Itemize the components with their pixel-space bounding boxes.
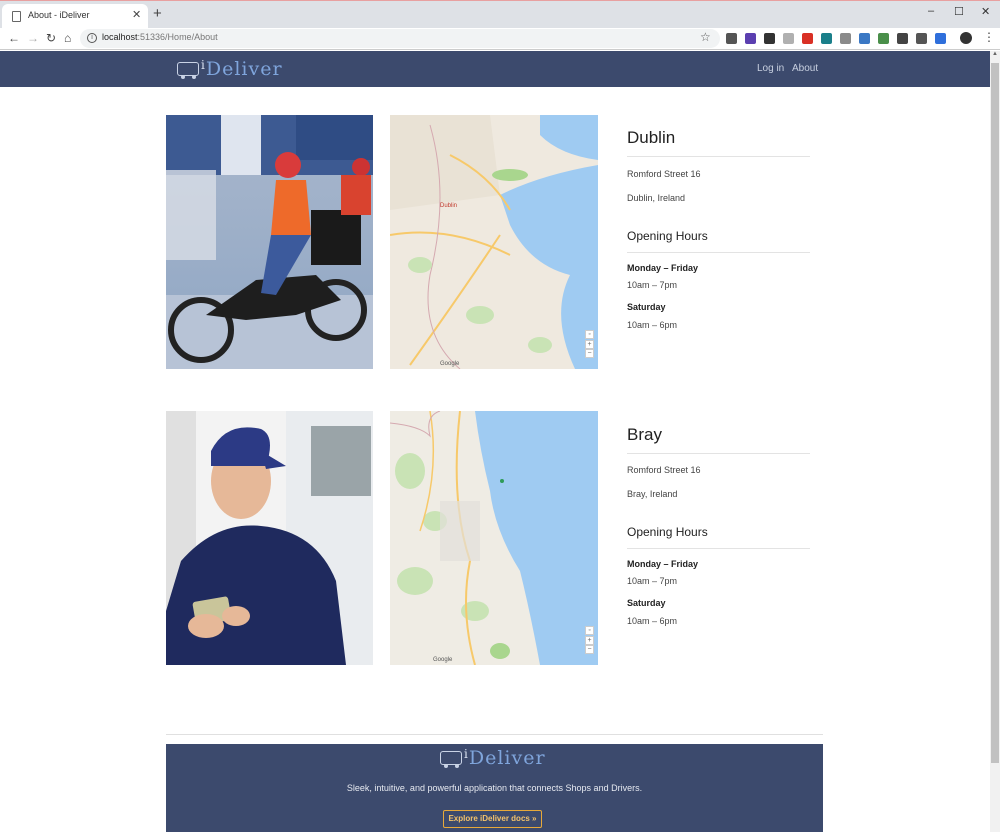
dark-square-icon[interactable] [764,33,775,44]
map-attribution: Google [433,657,453,663]
courier-motorbike-photo [166,115,373,369]
address-bar[interactable]: i localhost:51336/Home/About ☆ [80,29,720,48]
scroll-thumb[interactable] [991,63,999,763]
zoom-out-button[interactable]: − [585,645,594,654]
browser-tab[interactable]: About - iDeliver ✕ [2,4,148,29]
truck-icon [177,62,199,79]
divider [627,252,810,253]
green-grid-icon[interactable] [878,33,889,44]
menu-icon[interactable]: ⋮ [983,30,995,44]
new-tab-button[interactable]: + [153,6,162,21]
block-icon[interactable] [897,33,908,44]
page-scrollbar[interactable]: ▲ [990,51,1000,832]
city-title: Dublin [627,128,676,147]
page-icon [12,11,21,22]
nav-login-link[interactable]: Log in [757,63,784,74]
weekday-hours: 10am – 7pm [627,280,678,290]
city-title: Bray [627,425,662,444]
svg-text:Dublin: Dublin [440,203,457,209]
grey-circle-icon[interactable] [783,33,794,44]
weekday-hours: 10am – 7pm [627,576,678,586]
blue-card-icon[interactable] [859,33,870,44]
street-address: Romford Street 16 [627,465,701,475]
site-footer: iDeliver Sleek, intuitive, and powerful … [166,744,823,832]
info-icon[interactable]: i [87,33,97,43]
zoom-in-button[interactable]: + [585,636,594,645]
tab-title: About - iDeliver [28,10,90,20]
bray-map[interactable]: ◦ + − Google [390,411,598,665]
explore-docs-button[interactable]: Explore iDeliver docs » [443,810,542,828]
zoom-in-button[interactable]: + [585,340,594,349]
back-icon[interactable]: ← [8,31,20,45]
browser-tab-bar: About - iDeliver ✕ + – ☐ ✕ [0,0,1000,29]
map-pegman-icon[interactable]: ◦ [585,330,594,339]
teal-c-icon[interactable] [821,33,832,44]
map-pegman-icon[interactable]: ◦ [585,626,594,635]
truck-icon [440,751,462,768]
address-toolbar: ← → ↻ ⌂ i localhost:51336/Home/About ☆ ⋮ [0,28,1000,50]
home-icon[interactable]: ⌂ [64,31,71,45]
saturday-hours: 10am – 6pm [627,320,678,330]
footer-logo: iDeliver [440,747,546,769]
page-icon[interactable] [840,33,851,44]
map-attribution: Google [440,361,460,367]
divider [627,156,810,157]
minimize-button[interactable]: – [928,5,934,17]
window-close-button[interactable]: ✕ [981,5,990,18]
site-header: iDeliver Log in About [0,51,990,87]
purple-hex-icon[interactable] [745,33,756,44]
saturday-hours: 10am – 6pm [627,616,678,626]
street-address: Romford Street 16 [627,169,701,179]
delivery-man-photo [166,411,373,665]
region-address: Dublin, Ireland [627,193,686,203]
site-logo[interactable]: iDeliver [177,55,283,83]
scroll-up-icon[interactable]: ▲ [992,51,998,57]
close-icon[interactable]: ✕ [132,8,141,21]
footer-divider [166,734,823,735]
frame-icon[interactable] [916,33,927,44]
profile-avatar[interactable] [960,32,972,44]
footer-tagline: Sleek, intuitive, and powerful applicati… [346,783,643,793]
dropper-icon[interactable] [726,33,737,44]
weekday-label: Monday – Friday [627,559,699,569]
nav-about-link[interactable]: About [792,63,818,74]
region-address: Bray, Ireland [627,489,678,499]
dropbox-icon[interactable] [935,33,946,44]
saturday-label: Saturday [627,302,666,312]
zoom-out-button[interactable]: − [585,349,594,358]
saturday-label: Saturday [627,598,666,608]
hours-title: Opening Hours [627,525,708,539]
url-text: localhost:51336/Home/About [102,32,218,42]
stop-icon[interactable] [802,33,813,44]
divider [627,453,810,454]
weekday-label: Monday – Friday [627,263,699,273]
hours-title: Opening Hours [627,229,708,243]
bookmark-star-icon[interactable]: ☆ [700,30,711,44]
divider [627,548,810,549]
reload-icon[interactable]: ↻ [46,31,56,45]
forward-icon[interactable]: → [27,31,39,45]
dublin-map[interactable]: Dublin ◦ + − Google [390,115,598,369]
maximize-button[interactable]: ☐ [954,5,964,18]
